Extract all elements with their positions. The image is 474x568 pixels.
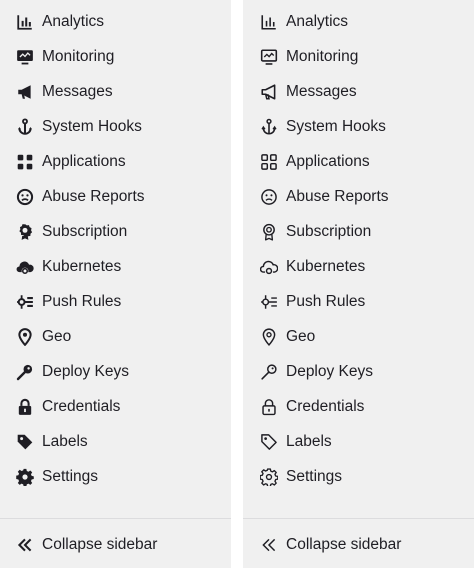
- collapse-sidebar-label: Collapse sidebar: [286, 535, 402, 553]
- key-icon: [16, 363, 34, 381]
- sidebar-item-monitoring[interactable]: Monitoring: [0, 39, 231, 74]
- chart-bar-icon: [260, 13, 278, 31]
- sidebar-outline-icons: Analytics Monitoring Messages System Hoo…: [243, 0, 474, 568]
- sidebar-item-geo[interactable]: Geo: [0, 319, 231, 354]
- gear-icon: [16, 468, 34, 486]
- sidebar-item-label: Deploy Keys: [42, 362, 130, 380]
- sidebar-item-applications[interactable]: Applications: [0, 144, 231, 179]
- push-rules-icon: [16, 293, 34, 311]
- sidebar-item-label: System Hooks: [42, 117, 142, 135]
- sidebar-item-label: Messages: [286, 82, 357, 100]
- sidebar-item-monitoring[interactable]: Monitoring: [243, 39, 474, 74]
- comparison-canvas: Analytics Monitoring Messages System Hoo…: [0, 0, 474, 568]
- sidebar-item-label: Monitoring: [42, 47, 115, 65]
- key-icon: [260, 363, 278, 381]
- sidebar-item-label: Messages: [42, 82, 113, 100]
- cloud-gear-icon: [260, 258, 278, 276]
- anchor-icon: [16, 117, 34, 136]
- sidebar-item-label: Credentials: [286, 397, 365, 415]
- tag-icon: [260, 433, 278, 451]
- chart-bar-icon: [16, 13, 34, 31]
- collapse-sidebar-button[interactable]: Collapse sidebar: [0, 527, 231, 562]
- gear-icon: [260, 467, 278, 486]
- sidebar-item-label: Abuse Reports: [286, 187, 389, 205]
- anchor-icon: [260, 118, 278, 136]
- sidebar-item-label: Push Rules: [42, 292, 122, 310]
- sidebar-item-labels[interactable]: Labels: [243, 424, 474, 459]
- sidebar-item-label: Applications: [42, 152, 126, 170]
- sidebar-item-label: Labels: [286, 432, 332, 450]
- sidebar-menu: Analytics Monitoring Messages System Hoo…: [0, 4, 231, 494]
- sidebar-item-labels[interactable]: Labels: [0, 424, 231, 459]
- sidebar-item-deploy-keys[interactable]: Deploy Keys: [243, 354, 474, 389]
- chevron-double-left-icon: [260, 536, 278, 554]
- location-pin-icon: [16, 327, 34, 346]
- sidebar-item-label: Credentials: [42, 397, 121, 415]
- sidebar-item-label: Analytics: [286, 12, 349, 30]
- ribbon-badge-icon: [16, 223, 34, 241]
- monitor-icon: [16, 48, 34, 66]
- location-pin-icon: [260, 327, 278, 346]
- sidebar-item-label: Monitoring: [286, 47, 359, 65]
- sidebar-item-push-rules[interactable]: Push Rules: [243, 284, 474, 319]
- sidebar-item-push-rules[interactable]: Push Rules: [0, 284, 231, 319]
- sidebar-item-label: Deploy Keys: [286, 362, 374, 380]
- sidebar-item-label: Settings: [42, 467, 99, 485]
- megaphone-icon: [16, 83, 34, 101]
- sidebar-item-label: Kubernetes: [286, 257, 366, 275]
- sidebar-item-label: Geo: [286, 327, 316, 345]
- sad-face-icon: [16, 188, 34, 206]
- sidebar-item-label: Geo: [42, 327, 72, 345]
- sidebar-item-settings[interactable]: Settings: [243, 459, 474, 494]
- sidebar-item-label: Analytics: [42, 12, 105, 30]
- sidebar-item-applications[interactable]: Applications: [243, 144, 474, 179]
- megaphone-icon: [260, 83, 278, 101]
- sidebar-divider: [243, 518, 474, 519]
- collapse-sidebar-label: Collapse sidebar: [42, 535, 158, 553]
- sidebar-item-credentials[interactable]: Credentials: [0, 389, 231, 424]
- collapse-sidebar-button[interactable]: Collapse sidebar: [243, 527, 474, 562]
- sidebar-item-label: Applications: [286, 152, 370, 170]
- tag-icon: [16, 433, 34, 451]
- sidebar-item-label: Settings: [286, 467, 343, 485]
- sidebar-item-geo[interactable]: Geo: [243, 319, 474, 354]
- lock-icon: [260, 398, 278, 416]
- applications-grid-icon: [16, 153, 34, 171]
- sidebar-divider: [0, 518, 231, 519]
- sidebar-item-subscription[interactable]: Subscription: [0, 214, 231, 249]
- cloud-gear-icon: [16, 258, 34, 276]
- sidebar-item-messages[interactable]: Messages: [0, 74, 231, 109]
- sidebar-item-messages[interactable]: Messages: [243, 74, 474, 109]
- sidebar-item-label: System Hooks: [286, 117, 386, 135]
- ribbon-badge-icon: [260, 223, 278, 241]
- sidebar-item-deploy-keys[interactable]: Deploy Keys: [0, 354, 231, 389]
- sidebar-item-settings[interactable]: Settings: [0, 459, 231, 494]
- sidebar-item-abuse-reports[interactable]: Abuse Reports: [243, 179, 474, 214]
- sidebar-menu: Analytics Monitoring Messages System Hoo…: [243, 4, 474, 494]
- sidebar-item-abuse-reports[interactable]: Abuse Reports: [0, 179, 231, 214]
- sidebar-item-kubernetes[interactable]: Kubernetes: [0, 249, 231, 284]
- sidebar-filled-icons: Analytics Monitoring Messages System Hoo…: [0, 0, 231, 568]
- applications-grid-icon: [260, 153, 278, 171]
- sidebar-item-kubernetes[interactable]: Kubernetes: [243, 249, 474, 284]
- sidebar-item-system-hooks[interactable]: System Hooks: [243, 109, 474, 144]
- sidebar-item-label: Abuse Reports: [42, 187, 145, 205]
- push-rules-icon: [260, 293, 278, 311]
- sidebar-item-label: Kubernetes: [42, 257, 122, 275]
- sidebar-item-label: Push Rules: [286, 292, 366, 310]
- sidebar-item-label: Subscription: [286, 222, 372, 240]
- sidebar-item-label: Subscription: [42, 222, 128, 240]
- monitor-icon: [260, 48, 278, 66]
- sad-face-icon: [260, 188, 278, 206]
- sidebar-item-subscription[interactable]: Subscription: [243, 214, 474, 249]
- chevron-double-left-icon: [16, 536, 34, 554]
- sidebar-item-credentials[interactable]: Credentials: [243, 389, 474, 424]
- lock-icon: [16, 398, 34, 416]
- sidebar-item-system-hooks[interactable]: System Hooks: [0, 109, 231, 144]
- sidebar-item-analytics[interactable]: Analytics: [243, 4, 474, 39]
- sidebar-item-analytics[interactable]: Analytics: [0, 4, 231, 39]
- sidebar-item-label: Labels: [42, 432, 88, 450]
